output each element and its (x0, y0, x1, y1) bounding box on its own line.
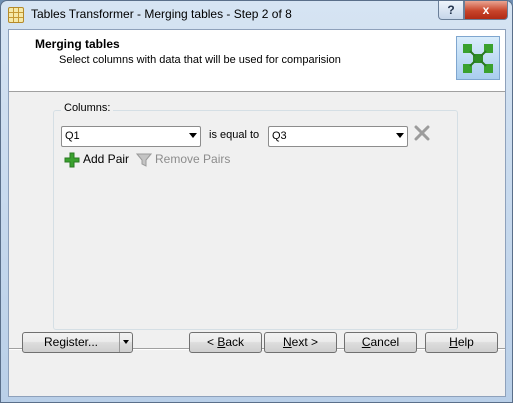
page-subtitle: Select columns with data that will be us… (59, 54, 341, 66)
register-button[interactable]: Register... (22, 332, 133, 353)
app-table-icon (8, 7, 24, 23)
next-button[interactable]: Next > (264, 332, 337, 353)
remove-pairs-label: Remove Pairs (155, 152, 231, 166)
funnel-icon (136, 153, 152, 167)
operator-label: is equal to (209, 129, 260, 141)
plus-icon (64, 152, 80, 168)
next-accel: N (282, 335, 292, 349)
wizard-header: Merging tables Select columns with data … (9, 30, 505, 92)
left-column-value: Q1 (65, 130, 80, 142)
columns-label: Columns: (61, 102, 114, 114)
add-pair-button[interactable]: Add Pair (64, 151, 136, 169)
merge-tables-logo-icon (456, 36, 500, 80)
next-rest: ext > (291, 335, 319, 349)
add-pair-label: Add Pair (83, 152, 130, 166)
chevron-down-icon (396, 133, 404, 138)
back-rest: ack (225, 335, 245, 349)
cancel-rest: ancel (370, 335, 400, 349)
register-label: Register... (43, 335, 99, 349)
register-dropdown-icon[interactable] (119, 333, 133, 352)
help-rest: elp (457, 335, 474, 349)
right-column-value: Q3 (272, 130, 287, 142)
window-title: Tables Transformer - Merging tables - St… (31, 7, 292, 21)
right-column-select[interactable]: Q3 (268, 126, 408, 147)
title-bar[interactable]: Tables Transformer - Merging tables - St… (1, 1, 512, 29)
close-button[interactable]: x (464, 1, 508, 20)
left-column-select[interactable]: Q1 (61, 126, 201, 147)
remove-pair-icon[interactable] (413, 124, 431, 142)
help-button[interactable]: Help (425, 332, 498, 353)
back-prefix: < (206, 335, 218, 349)
remove-pairs-button[interactable]: Remove Pairs (136, 151, 231, 169)
back-button[interactable]: < Back (189, 332, 262, 353)
page-title: Merging tables (35, 37, 120, 51)
cancel-button[interactable]: Cancel (344, 332, 417, 353)
chevron-down-icon (189, 133, 197, 138)
wizard-window: Tables Transformer - Merging tables - St… (0, 0, 513, 403)
help-accel: H (449, 335, 458, 349)
help-caption-button[interactable]: ? (438, 1, 464, 20)
